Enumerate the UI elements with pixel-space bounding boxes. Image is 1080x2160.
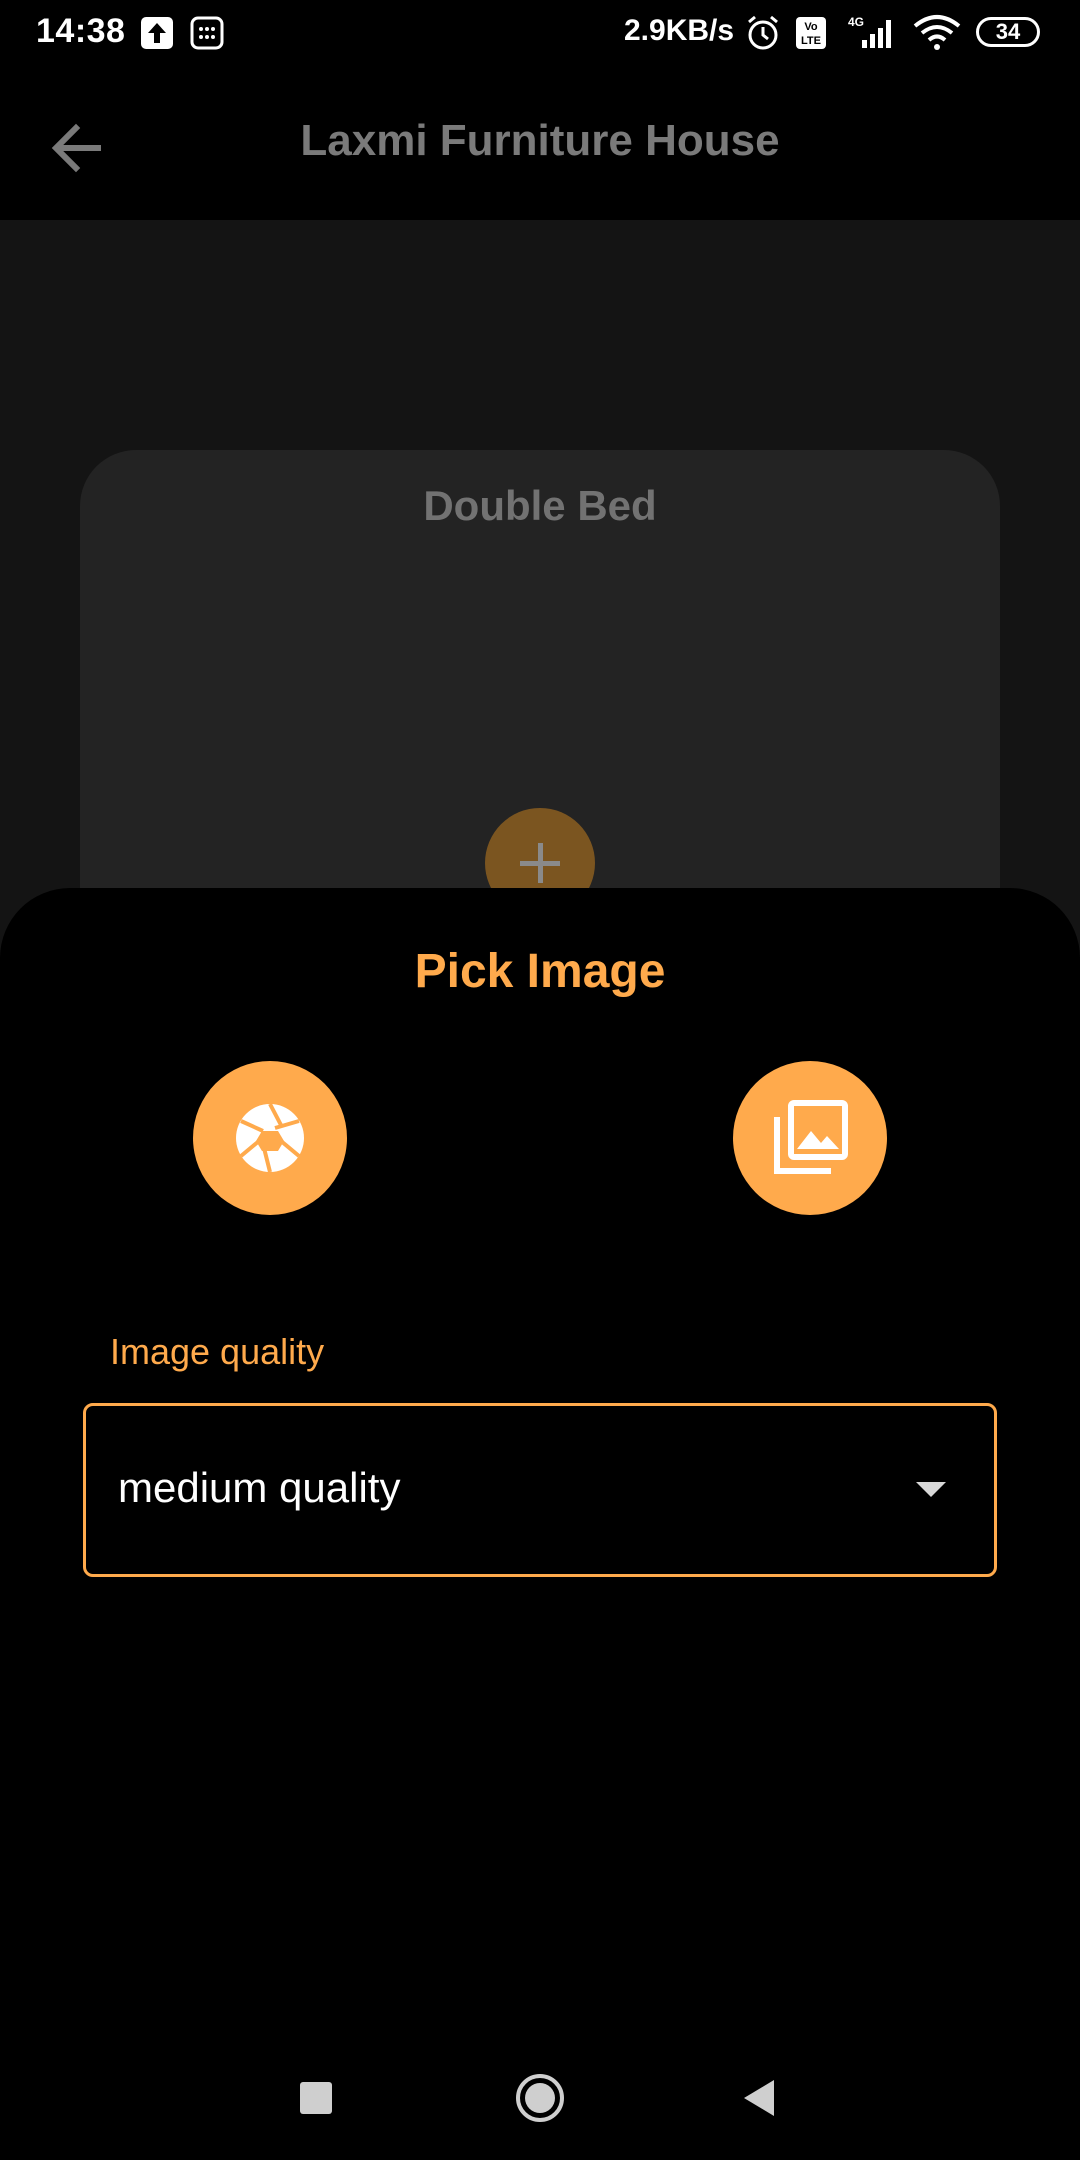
svg-text:Vo: Vo xyxy=(804,21,818,33)
upload-icon xyxy=(141,17,173,49)
calculator-icon xyxy=(190,16,224,50)
status-time: 14:38 xyxy=(36,12,126,50)
alarm-icon xyxy=(748,15,778,50)
quality-selected-value: medium quality xyxy=(118,1464,401,1511)
quality-label: Image quality xyxy=(110,1331,325,1372)
sheet-title: Pick Image xyxy=(414,945,666,998)
screen: 14:38 2.9KB/s Vo LTE 4G 34 Laxmi Furnitu… xyxy=(0,0,1080,2160)
signal-icon: 4G xyxy=(848,15,891,48)
system-nav-bar xyxy=(0,2040,1080,2160)
volte-icon: Vo LTE xyxy=(796,17,826,49)
wifi-icon xyxy=(913,15,961,50)
network-speed: 2.9KB/s xyxy=(624,14,735,47)
network-type-label: 4G xyxy=(848,15,864,29)
chevron-down-icon xyxy=(916,1482,946,1497)
camera-button[interactable] xyxy=(193,1061,347,1215)
battery-icon: 34 xyxy=(976,17,1040,47)
card-title: Double Bed xyxy=(423,482,657,529)
camera-shutter-icon xyxy=(236,1103,304,1173)
page-title: Laxmi Furniture House xyxy=(300,116,780,165)
svg-text:LTE: LTE xyxy=(801,35,821,47)
back-icon[interactable] xyxy=(742,2078,776,2118)
quality-dropdown[interactable]: medium quality xyxy=(83,1403,997,1577)
status-bar: 14:38 2.9KB/s Vo LTE 4G 34 xyxy=(0,0,1080,66)
home-icon[interactable] xyxy=(514,2072,566,2124)
photo-library-icon xyxy=(774,1100,848,1174)
pick-image-sheet: Pick Image Image quality medium quality xyxy=(0,888,1080,2160)
app-bar: Laxmi Furniture House xyxy=(0,66,1080,220)
gallery-button[interactable] xyxy=(733,1061,887,1215)
recent-apps-icon[interactable] xyxy=(300,2082,332,2114)
